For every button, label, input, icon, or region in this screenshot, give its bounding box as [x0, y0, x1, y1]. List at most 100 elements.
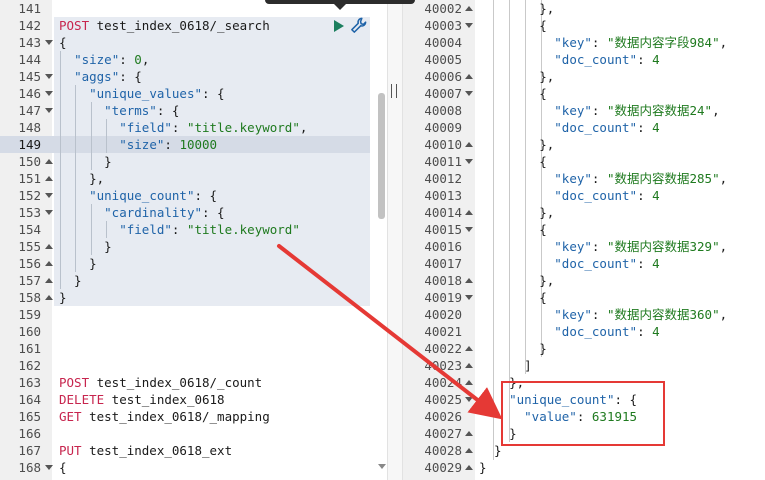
code-token: "key" — [554, 307, 592, 322]
line-number: 167 — [18, 443, 41, 458]
fold-end-icon[interactable] — [45, 278, 53, 283]
fold-toggle-icon[interactable] — [45, 108, 53, 113]
line-number: 40012 — [424, 171, 462, 186]
code-line: "aggs": { — [59, 68, 142, 85]
fold-toggle-icon[interactable] — [465, 91, 473, 96]
fold-end-icon[interactable] — [465, 346, 473, 351]
code-token: POST — [59, 375, 90, 390]
fold-end-icon[interactable] — [45, 244, 53, 249]
code-line: "doc_count": 4 — [479, 255, 659, 272]
code-token: }, — [59, 171, 105, 186]
code-token: : { — [119, 69, 142, 84]
fold-end-icon[interactable] — [465, 363, 473, 368]
fold-end-icon[interactable] — [465, 278, 473, 283]
fold-end-icon[interactable] — [465, 380, 473, 385]
code-line: "doc_count": 4 — [479, 323, 659, 340]
fold-toggle-icon[interactable] — [45, 210, 53, 215]
line-number: 40021 — [424, 324, 462, 339]
code-token: 4 — [652, 120, 660, 135]
play-icon[interactable] — [334, 20, 344, 32]
code-token: : — [591, 103, 607, 118]
fold-toggle-icon[interactable] — [465, 23, 473, 28]
fold-toggle-icon[interactable] — [45, 40, 53, 45]
line-number: 145 — [18, 69, 41, 84]
line-number: 40015 — [424, 222, 462, 237]
fold-toggle-icon[interactable] — [45, 74, 53, 79]
code-token: PUT — [59, 443, 82, 458]
fold-end-icon[interactable] — [465, 6, 473, 11]
code-line: ] — [479, 357, 532, 374]
line-number: 40028 — [424, 443, 462, 458]
code-token: } — [479, 341, 547, 356]
fold-toggle-icon[interactable] — [465, 397, 473, 402]
fold-toggle-icon[interactable] — [45, 465, 53, 470]
code-token: 4 — [652, 52, 660, 67]
code-line: PUT test_index_0618_ext — [59, 442, 232, 459]
line-number: 149 — [18, 137, 41, 152]
line-number: 40018 — [424, 273, 462, 288]
pane-resize-handle-icon[interactable] — [391, 84, 397, 98]
line-number: 40014 — [424, 205, 462, 220]
fold-toggle-icon[interactable] — [465, 295, 473, 300]
line-number: 40013 — [424, 188, 462, 203]
code-token: : — [591, 35, 607, 50]
scroll-down-arrow-icon[interactable] — [378, 464, 386, 469]
code-token: "数据内容数据24" — [606, 103, 713, 118]
code-line: }, — [479, 0, 554, 17]
code-token: "size" — [119, 137, 165, 152]
code-token: : — [637, 120, 653, 135]
fold-end-icon[interactable] — [465, 448, 473, 453]
code-token: "doc_count" — [554, 120, 638, 135]
code-token: { — [59, 460, 67, 475]
fold-end-icon[interactable] — [45, 295, 53, 300]
code-line: "key": "数据内容数据360", — [479, 306, 727, 323]
pane-divider[interactable] — [387, 0, 403, 480]
code-token: : — [637, 52, 653, 67]
vertical-scrollbar[interactable] — [378, 93, 385, 219]
code-line: "doc_count": 4 — [479, 187, 659, 204]
line-number: 40006 — [424, 69, 462, 84]
fold-end-icon[interactable] — [465, 142, 473, 147]
fold-end-icon[interactable] — [45, 261, 53, 266]
fold-end-icon[interactable] — [465, 465, 473, 470]
request-editor[interactable]: 141 142 POST test_index_0618/_search 143 {14… — [0, 0, 387, 480]
code-token: }, — [479, 273, 555, 288]
line-number: 40017 — [424, 256, 462, 271]
line-number: 165 — [18, 409, 41, 424]
code-token: "title.keyword" — [186, 120, 300, 135]
code-token: , — [719, 35, 728, 50]
fold-toggle-icon[interactable] — [45, 193, 53, 198]
line-number: 142 — [18, 18, 41, 33]
fold-end-icon[interactable] — [465, 210, 473, 215]
line-number: 40011 — [424, 154, 462, 169]
code-token: { — [59, 35, 67, 50]
code-token: test_index_0618_ext — [81, 443, 233, 458]
fold-end-icon[interactable] — [45, 159, 53, 164]
line-number: 40005 — [424, 52, 462, 67]
code-token: }, — [479, 205, 555, 220]
code-line: "unique_count": { — [59, 187, 217, 204]
fold-end-icon[interactable] — [465, 431, 473, 436]
fold-end-icon[interactable] — [45, 176, 53, 181]
code-token: "数据内容数据360" — [606, 307, 720, 322]
line-number: 40004 — [424, 35, 462, 50]
code-token: , — [719, 171, 728, 186]
fold-toggle-icon[interactable] — [465, 159, 473, 164]
code-line: "key": "数据内容数据329", — [479, 238, 727, 255]
code-line: } — [479, 340, 547, 357]
fold-toggle-icon[interactable] — [465, 227, 473, 232]
fold-end-icon[interactable] — [465, 74, 473, 79]
code-line: "cardinality": { — [59, 204, 224, 221]
line-number: 156 — [18, 256, 41, 271]
code-token: : — [591, 239, 607, 254]
code-line: "field": "title.keyword" — [59, 221, 300, 238]
fold-toggle-icon[interactable] — [45, 91, 53, 96]
wrench-icon[interactable] — [349, 16, 368, 35]
code-line: }, — [479, 204, 554, 221]
line-number: 40009 — [424, 120, 462, 135]
